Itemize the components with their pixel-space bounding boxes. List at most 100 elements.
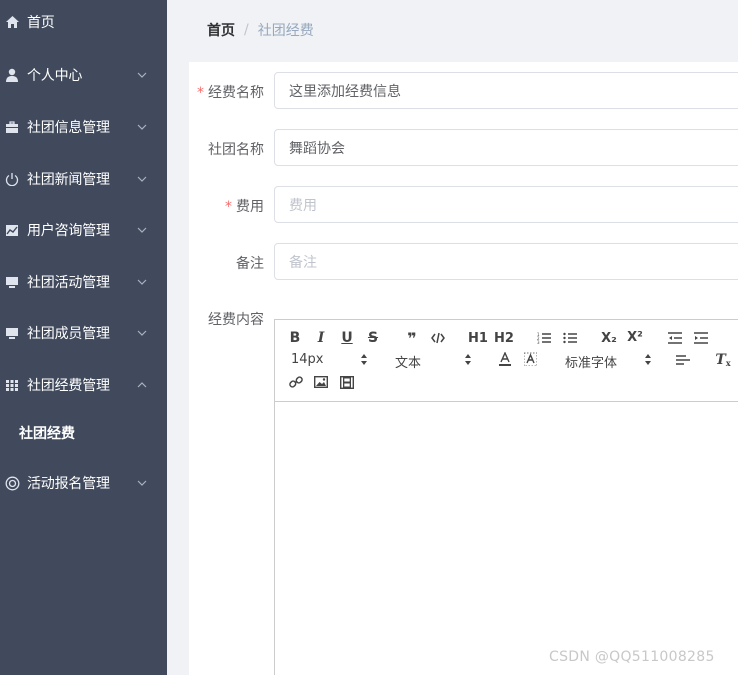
chevron-down-icon bbox=[137, 176, 147, 182]
sidebar-item-club-info[interactable]: 社团信息管理 bbox=[0, 107, 167, 147]
editor-content-area[interactable] bbox=[275, 402, 738, 675]
chevron-up-icon bbox=[137, 382, 147, 388]
cost-label-wrap: * 费用 bbox=[189, 187, 264, 223]
subscript-button[interactable]: X₂ bbox=[600, 331, 618, 346]
header-1-button[interactable]: H1 bbox=[468, 331, 488, 346]
chevron-down-icon bbox=[137, 227, 147, 233]
ordered-list-button[interactable]: 123 bbox=[536, 331, 552, 345]
select-arrows-icon bbox=[465, 354, 471, 365]
strike-button[interactable]: S bbox=[366, 330, 380, 346]
header-2-button[interactable]: H2 bbox=[494, 331, 514, 346]
link-button[interactable] bbox=[288, 374, 304, 390]
italic-button[interactable]: I bbox=[314, 330, 328, 346]
breadcrumb-separator: / bbox=[244, 22, 249, 38]
fee-name-value: 这里添加经费信息 bbox=[289, 83, 401, 100]
required-mark: * bbox=[197, 85, 204, 101]
chart-icon bbox=[4, 222, 20, 238]
club-name-value: 舞蹈协会 bbox=[289, 140, 345, 157]
remark-label-wrap: 备注 bbox=[189, 244, 264, 280]
breadcrumb-current: 社团经费 bbox=[257, 23, 314, 39]
club-name-label-wrap: 社团名称 bbox=[189, 130, 264, 166]
video-button[interactable] bbox=[339, 374, 355, 390]
fee-name-label-wrap: * 经费名称 bbox=[189, 73, 264, 109]
content-label-wrap: 经费内容 bbox=[189, 301, 264, 337]
cost-label: * 费用 bbox=[225, 196, 264, 216]
font-color-button[interactable] bbox=[497, 351, 513, 367]
cost-input[interactable]: 费用 bbox=[274, 186, 738, 223]
clean-format-button[interactable]: Tx bbox=[715, 352, 731, 368]
underline-button[interactable]: U bbox=[340, 330, 354, 346]
breadcrumb: 首页 / 社团经费 bbox=[207, 20, 314, 40]
indent-decrease-button[interactable] bbox=[667, 331, 683, 345]
bold-button[interactable]: B bbox=[288, 330, 302, 346]
sidebar-item-activity-signup[interactable]: 活动报名管理 bbox=[0, 463, 167, 503]
monitor-icon bbox=[4, 274, 20, 290]
sidebar-item-user-consult[interactable]: 用户咨询管理 bbox=[0, 210, 167, 250]
chevron-down-icon bbox=[137, 279, 147, 285]
sidebar-item-label: 社团经费 bbox=[19, 426, 75, 442]
sidebar-item-label: 活动报名管理 bbox=[27, 476, 110, 492]
header-bar: 首页 / 社团经费 bbox=[167, 0, 738, 58]
lifebuoy-icon bbox=[4, 475, 20, 491]
header-select[interactable]: 文本 bbox=[395, 352, 475, 371]
font-family-value: 标准字体 bbox=[565, 356, 618, 371]
chevron-down-icon bbox=[137, 72, 147, 78]
breadcrumb-home[interactable]: 首页 bbox=[207, 20, 235, 40]
sidebar-item-label: 社团活动管理 bbox=[27, 275, 110, 291]
image-button[interactable] bbox=[313, 374, 329, 390]
cost-label-text: 费用 bbox=[236, 199, 264, 215]
sidebar-item-profile[interactable]: 个人中心 bbox=[0, 55, 167, 95]
chevron-down-icon bbox=[137, 480, 147, 486]
align-button[interactable] bbox=[675, 353, 691, 367]
fee-name-input[interactable]: 这里添加经费信息 bbox=[274, 72, 738, 109]
select-arrows-icon bbox=[645, 354, 651, 365]
fee-name-label-text: 经费名称 bbox=[208, 85, 264, 101]
rich-text-editor: B I U S ❞ H1 H2 123 X₂ X² 14px 文本 标准字体 T… bbox=[274, 319, 738, 675]
editor-toolbar: B I U S ❞ H1 H2 123 X₂ X² 14px 文本 标准字体 T… bbox=[275, 320, 738, 402]
remark-label: 备注 bbox=[236, 256, 264, 272]
background-color-button[interactable] bbox=[522, 351, 538, 367]
svg-text:3: 3 bbox=[537, 340, 540, 344]
select-arrows-icon bbox=[361, 354, 367, 365]
code-block-button[interactable] bbox=[430, 331, 446, 345]
sidebar: 首页 个人中心 社团信息管理 社团新闻管理 用户咨询管理 社团活动管理 社团成员… bbox=[0, 0, 167, 675]
sidebar-item-label: 个人中心 bbox=[27, 68, 83, 84]
sidebar-item-club-activity[interactable]: 社团活动管理 bbox=[0, 262, 167, 302]
monitor-icon bbox=[4, 325, 20, 341]
chevron-down-icon bbox=[137, 124, 147, 130]
grid-icon bbox=[4, 377, 20, 393]
font-family-select[interactable]: 标准字体 bbox=[565, 352, 655, 371]
indent-increase-button[interactable] bbox=[693, 331, 709, 345]
sidebar-item-label: 社团信息管理 bbox=[27, 120, 110, 136]
club-name-input[interactable]: 舞蹈协会 bbox=[274, 129, 738, 166]
remark-input[interactable]: 备注 bbox=[274, 243, 738, 280]
sidebar-item-home[interactable]: 首页 bbox=[0, 2, 167, 42]
remark-placeholder: 备注 bbox=[289, 254, 317, 271]
font-size-value: 14px bbox=[291, 352, 324, 367]
sidebar-subitem-club-funds[interactable]: 社团经费 bbox=[0, 413, 167, 453]
header-select-value: 文本 bbox=[395, 356, 422, 371]
user-icon bbox=[4, 67, 20, 83]
sidebar-item-club-members[interactable]: 社团成员管理 bbox=[0, 313, 167, 353]
power-icon bbox=[4, 171, 20, 187]
watermark-text: CSDN @QQ511008285 bbox=[549, 649, 715, 665]
sidebar-item-club-news[interactable]: 社团新闻管理 bbox=[0, 159, 167, 199]
sidebar-item-club-funds[interactable]: 社团经费管理 bbox=[0, 365, 167, 405]
content-label: 经费内容 bbox=[208, 312, 264, 328]
club-name-label: 社团名称 bbox=[208, 142, 264, 158]
sidebar-item-label: 社团经费管理 bbox=[27, 378, 110, 394]
briefcase-icon bbox=[4, 119, 20, 135]
sidebar-item-label: 社团成员管理 bbox=[27, 326, 110, 342]
required-mark: * bbox=[225, 199, 232, 215]
fee-name-label: * 经费名称 bbox=[197, 82, 264, 102]
bullet-list-button[interactable] bbox=[562, 331, 578, 345]
sidebar-item-label: 用户咨询管理 bbox=[27, 223, 110, 239]
superscript-button[interactable]: X² bbox=[626, 330, 644, 345]
home-icon bbox=[4, 14, 20, 30]
blockquote-button[interactable]: ❞ bbox=[405, 329, 419, 348]
chevron-down-icon bbox=[137, 330, 147, 336]
cost-placeholder: 费用 bbox=[289, 197, 317, 214]
font-size-select[interactable]: 14px bbox=[291, 352, 371, 368]
sidebar-item-label: 首页 bbox=[27, 15, 55, 31]
sidebar-item-label: 社团新闻管理 bbox=[27, 172, 110, 188]
